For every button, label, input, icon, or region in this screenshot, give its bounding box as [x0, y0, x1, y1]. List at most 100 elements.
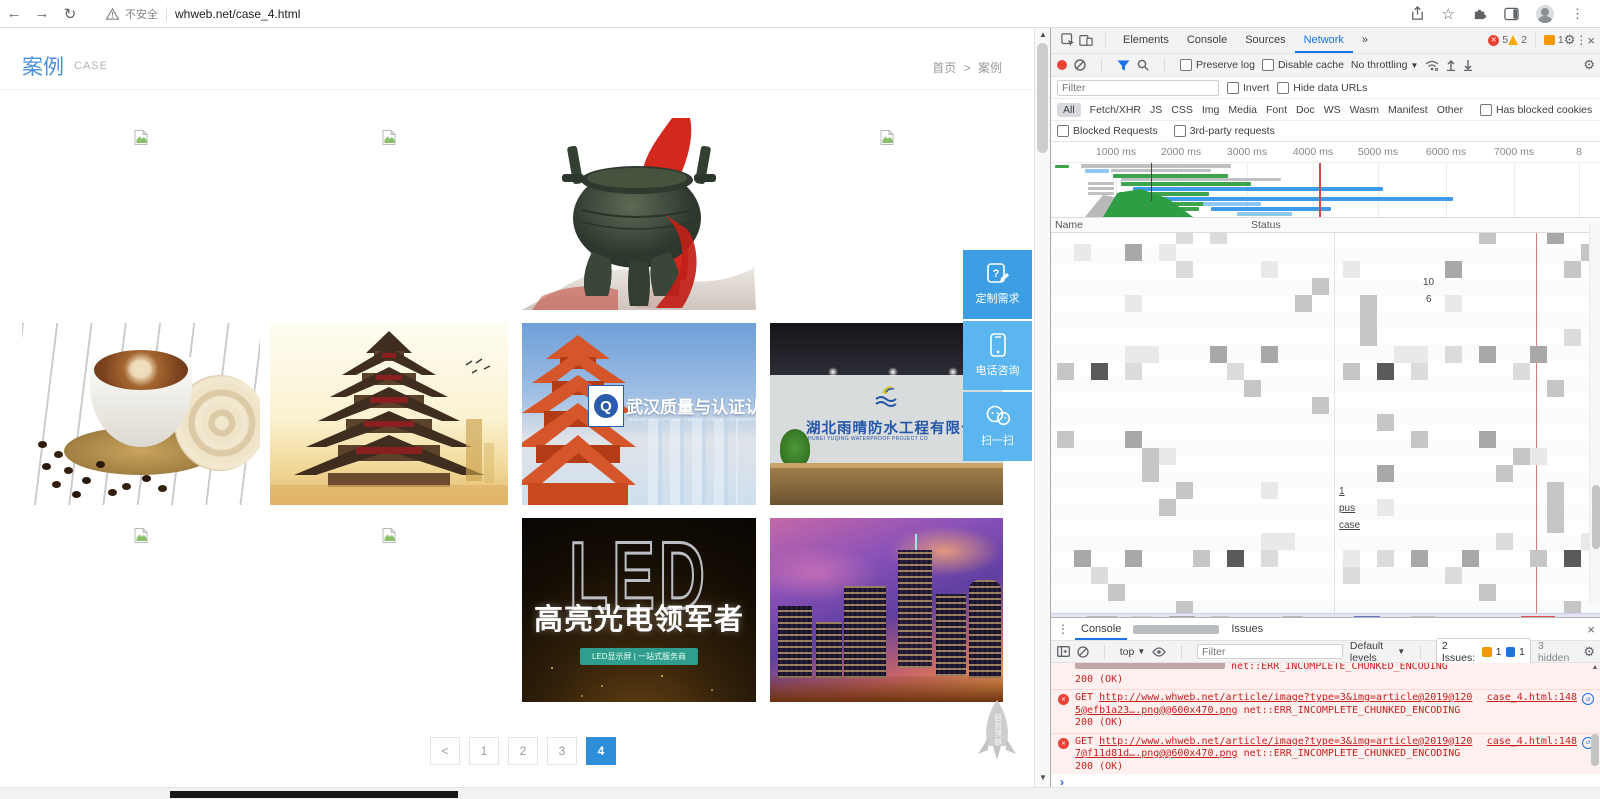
type-filter-css[interactable]: CSS — [1171, 104, 1193, 116]
pagination-page-2[interactable]: 2 — [508, 737, 538, 765]
disable-cache-checkbox[interactable]: Disable cache — [1262, 59, 1344, 71]
has-blocked-cookies-checkbox[interactable]: Has blocked cookies — [1480, 104, 1592, 116]
pagination-page-3[interactable]: 3 — [547, 737, 577, 765]
bookmark-star-icon[interactable]: ☆ — [1442, 5, 1455, 23]
column-status[interactable]: Status — [1251, 219, 1281, 231]
case-item-broken-5[interactable] — [270, 518, 508, 704]
record-network-log-icon[interactable] — [1057, 60, 1067, 70]
type-filter-other[interactable]: Other — [1437, 104, 1463, 116]
scrollbar-thumb[interactable] — [1591, 734, 1599, 766]
tab-elements[interactable]: Elements — [1114, 27, 1178, 53]
widget-phone-consult[interactable]: 电话咨询 — [963, 321, 1032, 390]
request-table-body[interactable]: 10 6 1 pus case — [1051, 233, 1600, 613]
throttling-dropdown[interactable]: No throttling ▼ — [1351, 59, 1419, 71]
share-icon[interactable] — [1410, 6, 1425, 21]
tab-console-drawer[interactable]: Console — [1075, 618, 1127, 640]
checkbox[interactable] — [1227, 82, 1239, 94]
request-link[interactable]: pus — [1339, 503, 1355, 514]
context-selector[interactable]: top ▼ — [1120, 646, 1146, 658]
network-scrollbar[interactable] — [1589, 223, 1600, 603]
pagination-page-1[interactable]: 1 — [469, 737, 499, 765]
widget-custom-request[interactable]: ? 定制需求 — [963, 250, 1032, 319]
tab-sources[interactable]: Sources — [1236, 27, 1294, 53]
case-item-led-photo[interactable]: LED 高亮光电领军者 LED显示屏 | 一站式服务商 — [522, 518, 756, 702]
console-error-message[interactable]: net::ERR_INCOMPLETE_CHUNKED_ENCODING 200… — [1051, 663, 1600, 690]
devtools-close-icon[interactable]: × — [1587, 33, 1595, 48]
hide-data-urls-checkbox[interactable]: Hide data URLs — [1277, 82, 1367, 94]
preserve-log-checkbox[interactable]: Preserve log — [1180, 59, 1255, 71]
type-filter-ws[interactable]: WS — [1324, 104, 1341, 116]
request-url-link[interactable]: 7@f11d81d….png@@600x470.png — [1075, 748, 1238, 759]
console-settings-icon[interactable]: ⚙ — [1583, 644, 1595, 660]
case-item-tower-photo[interactable] — [270, 323, 508, 505]
type-filter-all[interactable]: All — [1057, 103, 1081, 117]
console-messages[interactable]: net::ERR_INCOMPLETE_CHUNKED_ENCODING 200… — [1051, 663, 1600, 774]
invert-checkbox[interactable]: Invert — [1227, 82, 1269, 94]
live-expression-eye-icon[interactable] — [1152, 647, 1166, 657]
source-location-link[interactable]: case_4.html:148 — [1487, 692, 1577, 705]
case-item-city-photo[interactable] — [770, 518, 1003, 702]
reload-icon[interactable]: ↻ — [56, 5, 84, 23]
console-filter-input[interactable] — [1197, 644, 1343, 659]
issues-count-badge[interactable]: 1 — [1544, 34, 1564, 46]
import-har-icon[interactable] — [1446, 59, 1456, 71]
breadcrumb-home-link[interactable]: 首页 — [932, 61, 956, 75]
inspect-element-icon[interactable] — [1061, 33, 1075, 47]
filter-funnel-icon[interactable] — [1117, 60, 1130, 71]
drawer-close-icon[interactable]: × — [1587, 622, 1595, 637]
request-link[interactable]: case — [1339, 520, 1360, 531]
pagination-page-4-active[interactable]: 4 — [586, 737, 616, 765]
network-conditions-icon[interactable] — [1425, 60, 1439, 71]
pagination-prev-button[interactable]: < — [430, 737, 460, 765]
security-chip[interactable]: 不安全 — [106, 6, 158, 22]
checkbox[interactable] — [1180, 59, 1192, 71]
tab-console[interactable]: Console — [1178, 27, 1236, 53]
type-filter-img[interactable]: Img — [1202, 104, 1220, 116]
case-item-broken-2[interactable] — [270, 120, 508, 310]
network-filter-input[interactable] — [1057, 80, 1219, 96]
devtools-settings-icon[interactable]: ⚙ — [1564, 32, 1576, 48]
case-item-broken-1[interactable] — [22, 120, 260, 310]
case-item-coffee-photo[interactable] — [22, 323, 260, 505]
checkbox[interactable] — [1277, 82, 1289, 94]
checkbox[interactable] — [1480, 104, 1492, 116]
network-settings-icon[interactable]: ⚙ — [1583, 57, 1595, 73]
forward-icon[interactable]: → — [28, 5, 56, 22]
request-url-link[interactable]: 5@efb1a23….png@@600x470.png — [1075, 705, 1238, 716]
back-to-top-rocket[interactable]: 回到顶部 — [976, 700, 1018, 768]
error-count-badge[interactable]: ✕ 5 — [1488, 34, 1508, 46]
widget-scan-qr[interactable]: 扫一扫 — [963, 392, 1032, 461]
hidden-messages-label[interactable]: 3 hidden — [1538, 640, 1570, 664]
profile-avatar[interactable] — [1536, 5, 1554, 23]
back-icon[interactable]: ← — [0, 5, 28, 22]
drawer-menu-icon[interactable]: ⋮ — [1057, 622, 1069, 636]
column-name[interactable]: Name — [1055, 219, 1083, 231]
case-item-bronze-ding[interactable] — [522, 118, 756, 310]
side-panel-icon[interactable] — [1504, 7, 1519, 21]
third-party-requests-checkbox[interactable]: 3rd-party requests — [1174, 125, 1275, 137]
type-filter-wasm[interactable]: Wasm — [1350, 104, 1379, 116]
checkbox[interactable] — [1057, 125, 1069, 137]
tab-issues-drawer[interactable]: Issues — [1225, 618, 1269, 640]
warning-count-badge[interactable]: 2 — [1508, 34, 1527, 46]
type-filter-manifest[interactable]: Manifest — [1388, 104, 1428, 116]
checkbox[interactable] — [1262, 59, 1274, 71]
scrollbar-thumb[interactable] — [1592, 485, 1600, 549]
scrollbar-thumb[interactable] — [1037, 43, 1048, 153]
request-link[interactable]: 1 — [1339, 486, 1345, 497]
scroll-down-arrow[interactable]: ▼ — [1035, 773, 1051, 782]
url-text[interactable]: whweb.net/case_4.html — [175, 7, 300, 21]
checkbox[interactable] — [1174, 125, 1186, 137]
console-error-message[interactable]: ✕ GET http://www.whweb.net/article/image… — [1051, 734, 1600, 775]
type-filter-fetch-xhr[interactable]: Fetch/XHR — [1090, 104, 1141, 116]
scroll-up-arrow[interactable]: ▲ — [1590, 664, 1600, 671]
network-overview-waterfall[interactable] — [1051, 163, 1600, 218]
console-sidebar-icon[interactable] — [1057, 646, 1070, 657]
type-filter-doc[interactable]: Doc — [1296, 104, 1315, 116]
request-url-link[interactable]: http://www.whweb.net/article/image?type=… — [1099, 692, 1472, 703]
type-filter-media[interactable]: Media — [1228, 104, 1257, 116]
case-item-broken-4[interactable] — [22, 518, 260, 704]
more-tabs-chevron[interactable]: » — [1353, 27, 1377, 53]
browser-menu-icon[interactable]: ⋮ — [1571, 6, 1584, 22]
case-item-certification-photo[interactable]: Q 武汉质量与认证认可协会 WUHAN QUALITY AND CERTIFIC… — [522, 323, 756, 505]
